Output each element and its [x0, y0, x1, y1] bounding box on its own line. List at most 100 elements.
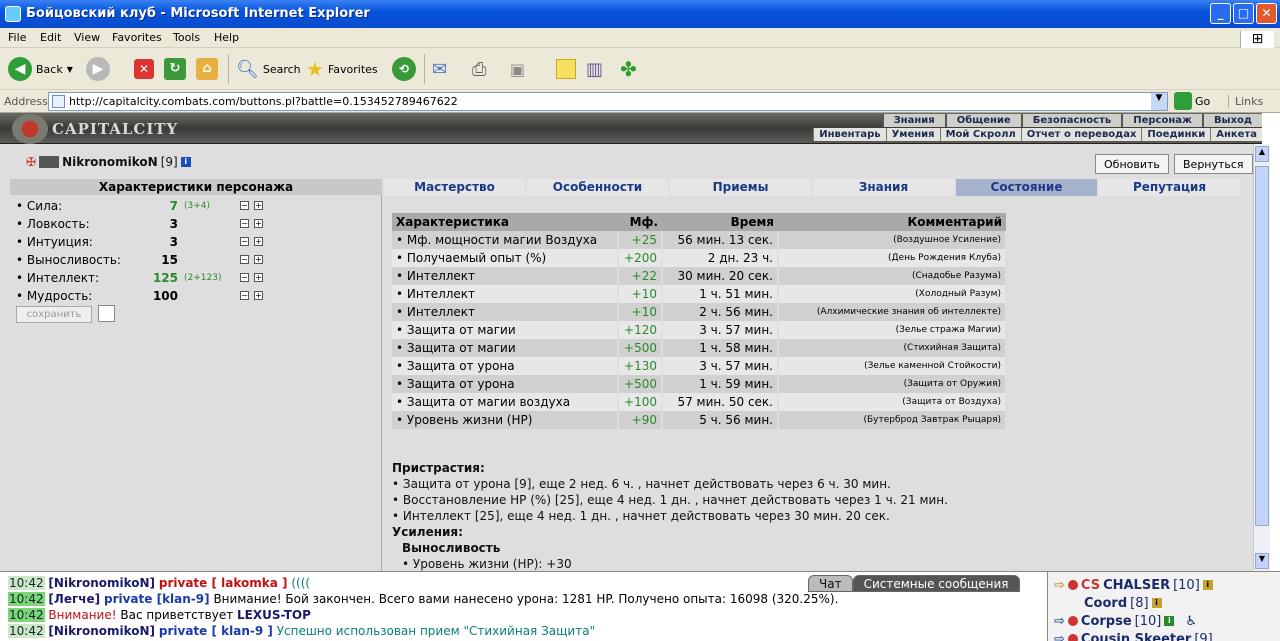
home-button[interactable]: ⌂	[196, 56, 218, 82]
nav-communication[interactable]: Общение	[944, 114, 1021, 127]
plus-icon[interactable]: +	[254, 255, 263, 264]
research-button[interactable]: ▥	[586, 56, 603, 82]
subnav-skills[interactable]: Умения	[885, 128, 940, 141]
info-icon[interactable]: i	[1164, 616, 1175, 626]
subnav-transfers[interactable]: Отчет о переводах	[1020, 128, 1142, 141]
discuss-button[interactable]	[556, 56, 576, 82]
subnav-inventory[interactable]: Инвентарь	[813, 128, 886, 141]
chat-nick[interactable]: [NikronomikoN]	[48, 576, 155, 590]
chat-time[interactable]: 10:42	[8, 624, 45, 638]
chat-time[interactable]: 10:42	[8, 592, 45, 606]
addiction-item: • Защита от урона [9], еще 2 нед. 6 ч. ,…	[392, 477, 891, 491]
info-icon[interactable]: i	[1202, 580, 1213, 590]
plus-icon[interactable]: +	[254, 237, 263, 246]
user-entry[interactable]: ⇨ Corpse [10] i ♿	[1054, 612, 1197, 630]
forward-button[interactable]: ▶	[86, 56, 110, 82]
chat-nick[interactable]: [NikronomikoN]	[48, 624, 155, 638]
subnav-scroll[interactable]: Мой Скролл	[939, 128, 1021, 141]
links-button[interactable]: Links	[1228, 95, 1263, 108]
plus-icon[interactable]: +	[254, 291, 263, 300]
go-button[interactable]: Go	[1174, 92, 1210, 110]
user-name[interactable]: Corpse	[1081, 614, 1132, 629]
tab-0[interactable]: Мастерство	[384, 179, 527, 196]
chat-private-tag[interactable]: private [ klan-9 ]	[159, 624, 273, 638]
table-row: • Уровень жизни (HP) +90 5 ч. 56 мин. (Буте…	[392, 411, 1007, 429]
subnav-profile[interactable]: Анкета	[1210, 128, 1262, 141]
cell-mf: +90	[618, 411, 663, 429]
minus-icon[interactable]: −	[240, 201, 249, 210]
info-icon[interactable]: i	[180, 157, 191, 167]
chat-time[interactable]: 10:42	[8, 608, 45, 622]
history-button[interactable]: ⟲	[392, 56, 416, 82]
page-scrollbar[interactable]: ▲ ▼	[1253, 144, 1270, 571]
user-name[interactable]: Cousin Skeeter	[1081, 632, 1191, 641]
maximize-button[interactable]: □	[1233, 3, 1254, 24]
game-logo[interactable]: CAPITALCITY	[12, 114, 178, 144]
stop-button[interactable]: ✕	[134, 56, 154, 82]
character-name[interactable]: NikronomikoN	[62, 155, 158, 169]
user-entry[interactable]: ⇨ CS CHALSER [10] i	[1054, 576, 1213, 594]
cell-time: 2 дн. 23 ч.	[662, 249, 779, 267]
close-button[interactable]: ✕	[1256, 3, 1277, 24]
scroll-up-icon[interactable]: ▲	[1255, 146, 1269, 162]
tab-5[interactable]: Репутация	[1099, 179, 1242, 196]
chat-time[interactable]: 10:42	[8, 576, 45, 590]
search-button[interactable]: 🔍︎ Search	[236, 56, 301, 82]
back-button[interactable]: ◀ Back ▼	[8, 56, 73, 82]
tab-4[interactable]: Состояние	[956, 179, 1099, 196]
plus-icon[interactable]: +	[254, 201, 263, 210]
tab-chat[interactable]: Чат	[808, 575, 853, 592]
chat-private-tag[interactable]: private [klan-9]	[104, 592, 210, 606]
minus-icon[interactable]: −	[240, 273, 249, 282]
info-icon[interactable]: i	[1151, 598, 1162, 608]
nav-security[interactable]: Безопасность	[1020, 114, 1122, 127]
minus-icon[interactable]: −	[240, 237, 249, 246]
refresh-page-button[interactable]: Обновить	[1095, 154, 1169, 174]
subnav-fights[interactable]: Поединки	[1141, 128, 1211, 141]
favorites-button[interactable]: ★ Favorites	[306, 56, 378, 82]
minus-icon[interactable]: −	[240, 291, 249, 300]
menu-edit[interactable]: Edit	[40, 31, 61, 44]
chat-private-tag[interactable]: private [ lakomka ]	[159, 576, 288, 590]
menu-help[interactable]: Help	[214, 31, 239, 44]
minus-icon[interactable]: −	[240, 219, 249, 228]
minus-icon[interactable]: −	[240, 255, 249, 264]
nav-knowledge[interactable]: Знания	[881, 114, 945, 127]
user-name[interactable]: CHALSER	[1103, 578, 1170, 593]
user-entry[interactable]: Coord [8] i	[1084, 594, 1162, 612]
address-input[interactable]: http://capitalcity.combats.com/buttons.p…	[48, 92, 1168, 111]
save-button[interactable]: сохранить	[16, 306, 92, 323]
go-arrow-icon	[1174, 92, 1192, 110]
tab-3[interactable]: Знания	[813, 179, 956, 196]
menu-favorites[interactable]: Favorites	[112, 31, 162, 44]
scroll-thumb[interactable]	[1255, 166, 1269, 526]
user-entry[interactable]: ⇨ Cousin Skeeter [9]	[1054, 630, 1213, 641]
save-checkbox[interactable]	[98, 305, 115, 322]
address-dropdown-icon[interactable]: ▼	[1151, 93, 1167, 110]
tab-system-messages[interactable]: Системные сообщения	[852, 575, 1020, 592]
nav-exit[interactable]: Выход	[1201, 114, 1262, 127]
plus-icon[interactable]: +	[254, 219, 263, 228]
menu-tools[interactable]: Tools	[173, 31, 200, 44]
mail-button[interactable]: ✉	[432, 56, 447, 82]
nav-character[interactable]: Персонаж	[1121, 114, 1202, 127]
back-dropdown-icon[interactable]: ▼	[67, 65, 73, 74]
table-row: • Защита от магии воздуха +100 57 мин. 50 …	[392, 393, 1007, 411]
edit-button[interactable]: ▣	[510, 56, 525, 82]
cell-time: 1 ч. 58 мин.	[662, 339, 779, 357]
menu-file[interactable]: File	[8, 31, 26, 44]
minimize-button[interactable]: _	[1210, 3, 1231, 24]
menu-view[interactable]: View	[74, 31, 100, 44]
return-button[interactable]: Вернуться	[1174, 154, 1253, 174]
plus-icon[interactable]: +	[254, 273, 263, 282]
scroll-down-icon[interactable]: ▼	[1255, 553, 1269, 569]
tab-1[interactable]: Особенности	[527, 179, 670, 196]
chat-nick[interactable]: [Легче]	[48, 592, 100, 606]
refresh-button[interactable]: ↻	[164, 56, 186, 82]
print-button[interactable]: ⎙	[472, 56, 486, 82]
messenger-button[interactable]: ✤	[620, 56, 637, 82]
stat-name: • Мудрость:	[16, 289, 93, 303]
user-name[interactable]: Coord	[1084, 596, 1127, 611]
tab-2[interactable]: Приемы	[670, 179, 813, 196]
mail-icon: ✉	[432, 58, 448, 80]
